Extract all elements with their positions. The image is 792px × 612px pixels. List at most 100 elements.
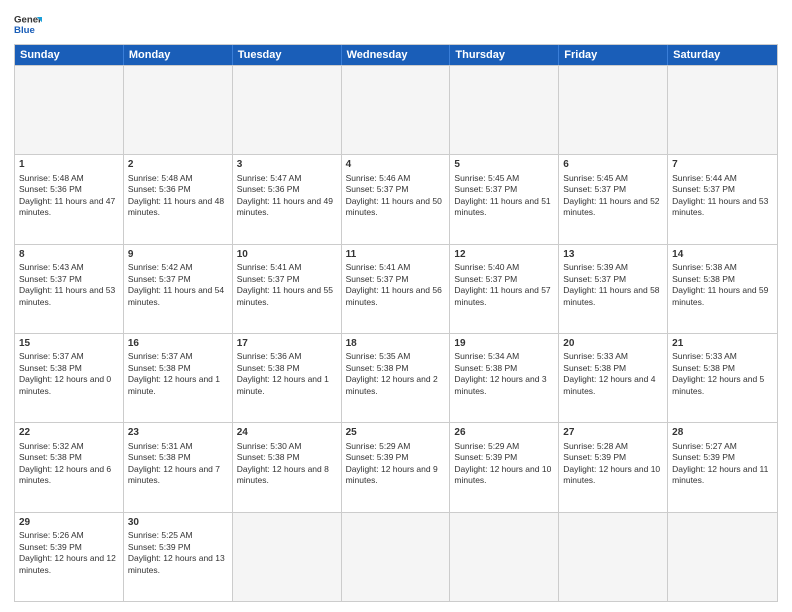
- day-number: 19: [454, 337, 554, 351]
- daylight-text: Daylight: 12 hours and 13 minutes.: [128, 553, 225, 574]
- sunrise-text: Sunrise: 5:42 AM: [128, 262, 193, 272]
- sunrise-text: Sunrise: 5:25 AM: [128, 530, 193, 540]
- daylight-text: Daylight: 11 hours and 50 minutes.: [346, 196, 442, 217]
- sunrise-text: Sunrise: 5:26 AM: [19, 530, 84, 540]
- sunrise-text: Sunrise: 5:37 AM: [19, 351, 84, 361]
- sunrise-text: Sunrise: 5:46 AM: [346, 173, 411, 183]
- sunset-text: Sunset: 5:38 PM: [128, 363, 191, 373]
- calendar-cell: 20Sunrise: 5:33 AMSunset: 5:38 PMDayligh…: [559, 334, 668, 422]
- daylight-text: Daylight: 11 hours and 56 minutes.: [346, 285, 442, 306]
- calendar-cell: 26Sunrise: 5:29 AMSunset: 5:39 PMDayligh…: [450, 423, 559, 511]
- calendar-header-cell: Wednesday: [342, 45, 451, 65]
- svg-text:General: General: [14, 14, 42, 25]
- sunrise-text: Sunrise: 5:36 AM: [237, 351, 302, 361]
- sunset-text: Sunset: 5:38 PM: [563, 363, 626, 373]
- sunset-text: Sunset: 5:37 PM: [346, 184, 409, 194]
- sunrise-text: Sunrise: 5:28 AM: [563, 441, 628, 451]
- calendar-cell: [342, 513, 451, 601]
- calendar-header-cell: Friday: [559, 45, 668, 65]
- calendar-week-row: 1Sunrise: 5:48 AMSunset: 5:36 PMDaylight…: [15, 154, 777, 243]
- daylight-text: Daylight: 12 hours and 9 minutes.: [346, 464, 438, 485]
- sunset-text: Sunset: 5:37 PM: [563, 274, 626, 284]
- calendar-week-row: 15Sunrise: 5:37 AMSunset: 5:38 PMDayligh…: [15, 333, 777, 422]
- sunrise-text: Sunrise: 5:41 AM: [237, 262, 302, 272]
- sunset-text: Sunset: 5:37 PM: [237, 274, 300, 284]
- day-number: 29: [19, 516, 119, 530]
- calendar-header-cell: Sunday: [15, 45, 124, 65]
- sunset-text: Sunset: 5:37 PM: [346, 274, 409, 284]
- sunrise-text: Sunrise: 5:34 AM: [454, 351, 519, 361]
- day-number: 20: [563, 337, 663, 351]
- daylight-text: Daylight: 11 hours and 53 minutes.: [19, 285, 115, 306]
- day-number: 27: [563, 426, 663, 440]
- daylight-text: Daylight: 11 hours and 54 minutes.: [128, 285, 224, 306]
- daylight-text: Daylight: 12 hours and 2 minutes.: [346, 374, 438, 395]
- page-header: General Blue: [14, 10, 778, 38]
- calendar-cell: [668, 513, 777, 601]
- sunset-text: Sunset: 5:39 PM: [454, 452, 517, 462]
- daylight-text: Daylight: 12 hours and 4 minutes.: [563, 374, 655, 395]
- day-number: 6: [563, 158, 663, 172]
- calendar-week-row: 8Sunrise: 5:43 AMSunset: 5:37 PMDaylight…: [15, 244, 777, 333]
- calendar-header-cell: Thursday: [450, 45, 559, 65]
- daylight-text: Daylight: 11 hours and 55 minutes.: [237, 285, 333, 306]
- calendar-week-row: 29Sunrise: 5:26 AMSunset: 5:39 PMDayligh…: [15, 512, 777, 601]
- sunset-text: Sunset: 5:38 PM: [346, 363, 409, 373]
- calendar-body: 1Sunrise: 5:48 AMSunset: 5:36 PMDaylight…: [15, 65, 777, 601]
- svg-text:Blue: Blue: [14, 25, 35, 36]
- sunrise-text: Sunrise: 5:38 AM: [672, 262, 737, 272]
- day-number: 5: [454, 158, 554, 172]
- daylight-text: Daylight: 11 hours and 51 minutes.: [454, 196, 550, 217]
- sunset-text: Sunset: 5:38 PM: [237, 452, 300, 462]
- calendar-cell: 14Sunrise: 5:38 AMSunset: 5:38 PMDayligh…: [668, 245, 777, 333]
- sunrise-text: Sunrise: 5:27 AM: [672, 441, 737, 451]
- sunrise-text: Sunrise: 5:45 AM: [563, 173, 628, 183]
- daylight-text: Daylight: 12 hours and 6 minutes.: [19, 464, 111, 485]
- sunrise-text: Sunrise: 5:48 AM: [19, 173, 84, 183]
- day-number: 25: [346, 426, 446, 440]
- sunset-text: Sunset: 5:38 PM: [237, 363, 300, 373]
- day-number: 24: [237, 426, 337, 440]
- sunrise-text: Sunrise: 5:45 AM: [454, 173, 519, 183]
- sunrise-text: Sunrise: 5:32 AM: [19, 441, 84, 451]
- sunset-text: Sunset: 5:38 PM: [454, 363, 517, 373]
- sunset-text: Sunset: 5:36 PM: [237, 184, 300, 194]
- calendar-cell: 6Sunrise: 5:45 AMSunset: 5:37 PMDaylight…: [559, 155, 668, 243]
- calendar-cell: [124, 66, 233, 154]
- daylight-text: Daylight: 12 hours and 10 minutes.: [454, 464, 551, 485]
- calendar-cell: 1Sunrise: 5:48 AMSunset: 5:36 PMDaylight…: [15, 155, 124, 243]
- daylight-text: Daylight: 12 hours and 7 minutes.: [128, 464, 220, 485]
- daylight-text: Daylight: 11 hours and 57 minutes.: [454, 285, 550, 306]
- calendar-cell: 23Sunrise: 5:31 AMSunset: 5:38 PMDayligh…: [124, 423, 233, 511]
- day-number: 7: [672, 158, 773, 172]
- calendar-cell: 19Sunrise: 5:34 AMSunset: 5:38 PMDayligh…: [450, 334, 559, 422]
- calendar-cell: 21Sunrise: 5:33 AMSunset: 5:38 PMDayligh…: [668, 334, 777, 422]
- daylight-text: Daylight: 12 hours and 1 minute.: [128, 374, 220, 395]
- sunrise-text: Sunrise: 5:39 AM: [563, 262, 628, 272]
- day-number: 12: [454, 248, 554, 262]
- calendar-header-cell: Saturday: [668, 45, 777, 65]
- sunset-text: Sunset: 5:38 PM: [19, 452, 82, 462]
- calendar-cell: 5Sunrise: 5:45 AMSunset: 5:37 PM Daylight…: [450, 155, 559, 243]
- sunrise-text: Sunrise: 5:48 AM: [128, 173, 193, 183]
- daylight-text: Daylight: 12 hours and 1 minute.: [237, 374, 329, 395]
- sunrise-text: Sunrise: 5:40 AM: [454, 262, 519, 272]
- daylight-text: Daylight: 11 hours and 53 minutes.: [672, 196, 768, 217]
- calendar: SundayMondayTuesdayWednesdayThursdayFrid…: [14, 44, 778, 602]
- calendar-cell: 12Sunrise: 5:40 AMSunset: 5:37 PMDayligh…: [450, 245, 559, 333]
- sunrise-text: Sunrise: 5:35 AM: [346, 351, 411, 361]
- calendar-cell: 7Sunrise: 5:44 AMSunset: 5:37 PMDaylight…: [668, 155, 777, 243]
- calendar-cell: 9Sunrise: 5:42 AMSunset: 5:37 PMDaylight…: [124, 245, 233, 333]
- calendar-cell: 30Sunrise: 5:25 AMSunset: 5:39 PMDayligh…: [124, 513, 233, 601]
- sunrise-text: Sunrise: 5:33 AM: [672, 351, 737, 361]
- calendar-week-row: 22Sunrise: 5:32 AMSunset: 5:38 PMDayligh…: [15, 422, 777, 511]
- calendar-cell: [559, 66, 668, 154]
- calendar-cell: 10Sunrise: 5:41 AMSunset: 5:37 PMDayligh…: [233, 245, 342, 333]
- calendar-cell: 17Sunrise: 5:36 AMSunset: 5:38 PMDayligh…: [233, 334, 342, 422]
- day-number: 26: [454, 426, 554, 440]
- day-number: 21: [672, 337, 773, 351]
- day-number: 8: [19, 248, 119, 262]
- sunset-text: Sunset: 5:37 PM: [454, 184, 517, 194]
- calendar-header-cell: Monday: [124, 45, 233, 65]
- sunrise-text: Sunrise: 5:41 AM: [346, 262, 411, 272]
